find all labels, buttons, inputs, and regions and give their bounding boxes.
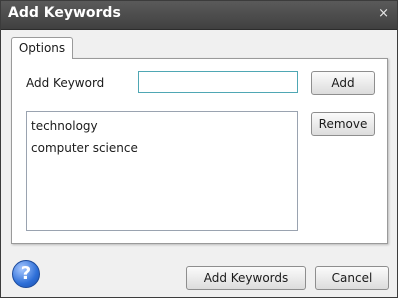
title-bar: Add Keywords × xyxy=(1,1,397,30)
add-keyword-label: Add Keyword xyxy=(26,76,105,90)
list-item[interactable]: technology xyxy=(27,115,297,137)
list-item[interactable]: computer science xyxy=(27,137,297,159)
help-icon[interactable]: ? xyxy=(12,260,40,288)
cancel-button[interactable]: Cancel xyxy=(315,266,389,290)
add-button[interactable]: Add xyxy=(311,71,375,95)
add-keywords-button[interactable]: Add Keywords xyxy=(186,266,306,290)
close-icon[interactable]: × xyxy=(378,6,389,21)
dialog-title: Add Keywords xyxy=(8,5,121,21)
keyword-input[interactable] xyxy=(138,71,298,93)
options-panel: Add Keyword Add technology computer scie… xyxy=(11,58,388,244)
add-keywords-dialog: Add Keywords × Options Add Keyword Add t… xyxy=(0,0,398,298)
keyword-list[interactable]: technology computer science xyxy=(26,111,298,231)
remove-button[interactable]: Remove xyxy=(311,112,375,136)
tab-options[interactable]: Options xyxy=(11,37,73,59)
